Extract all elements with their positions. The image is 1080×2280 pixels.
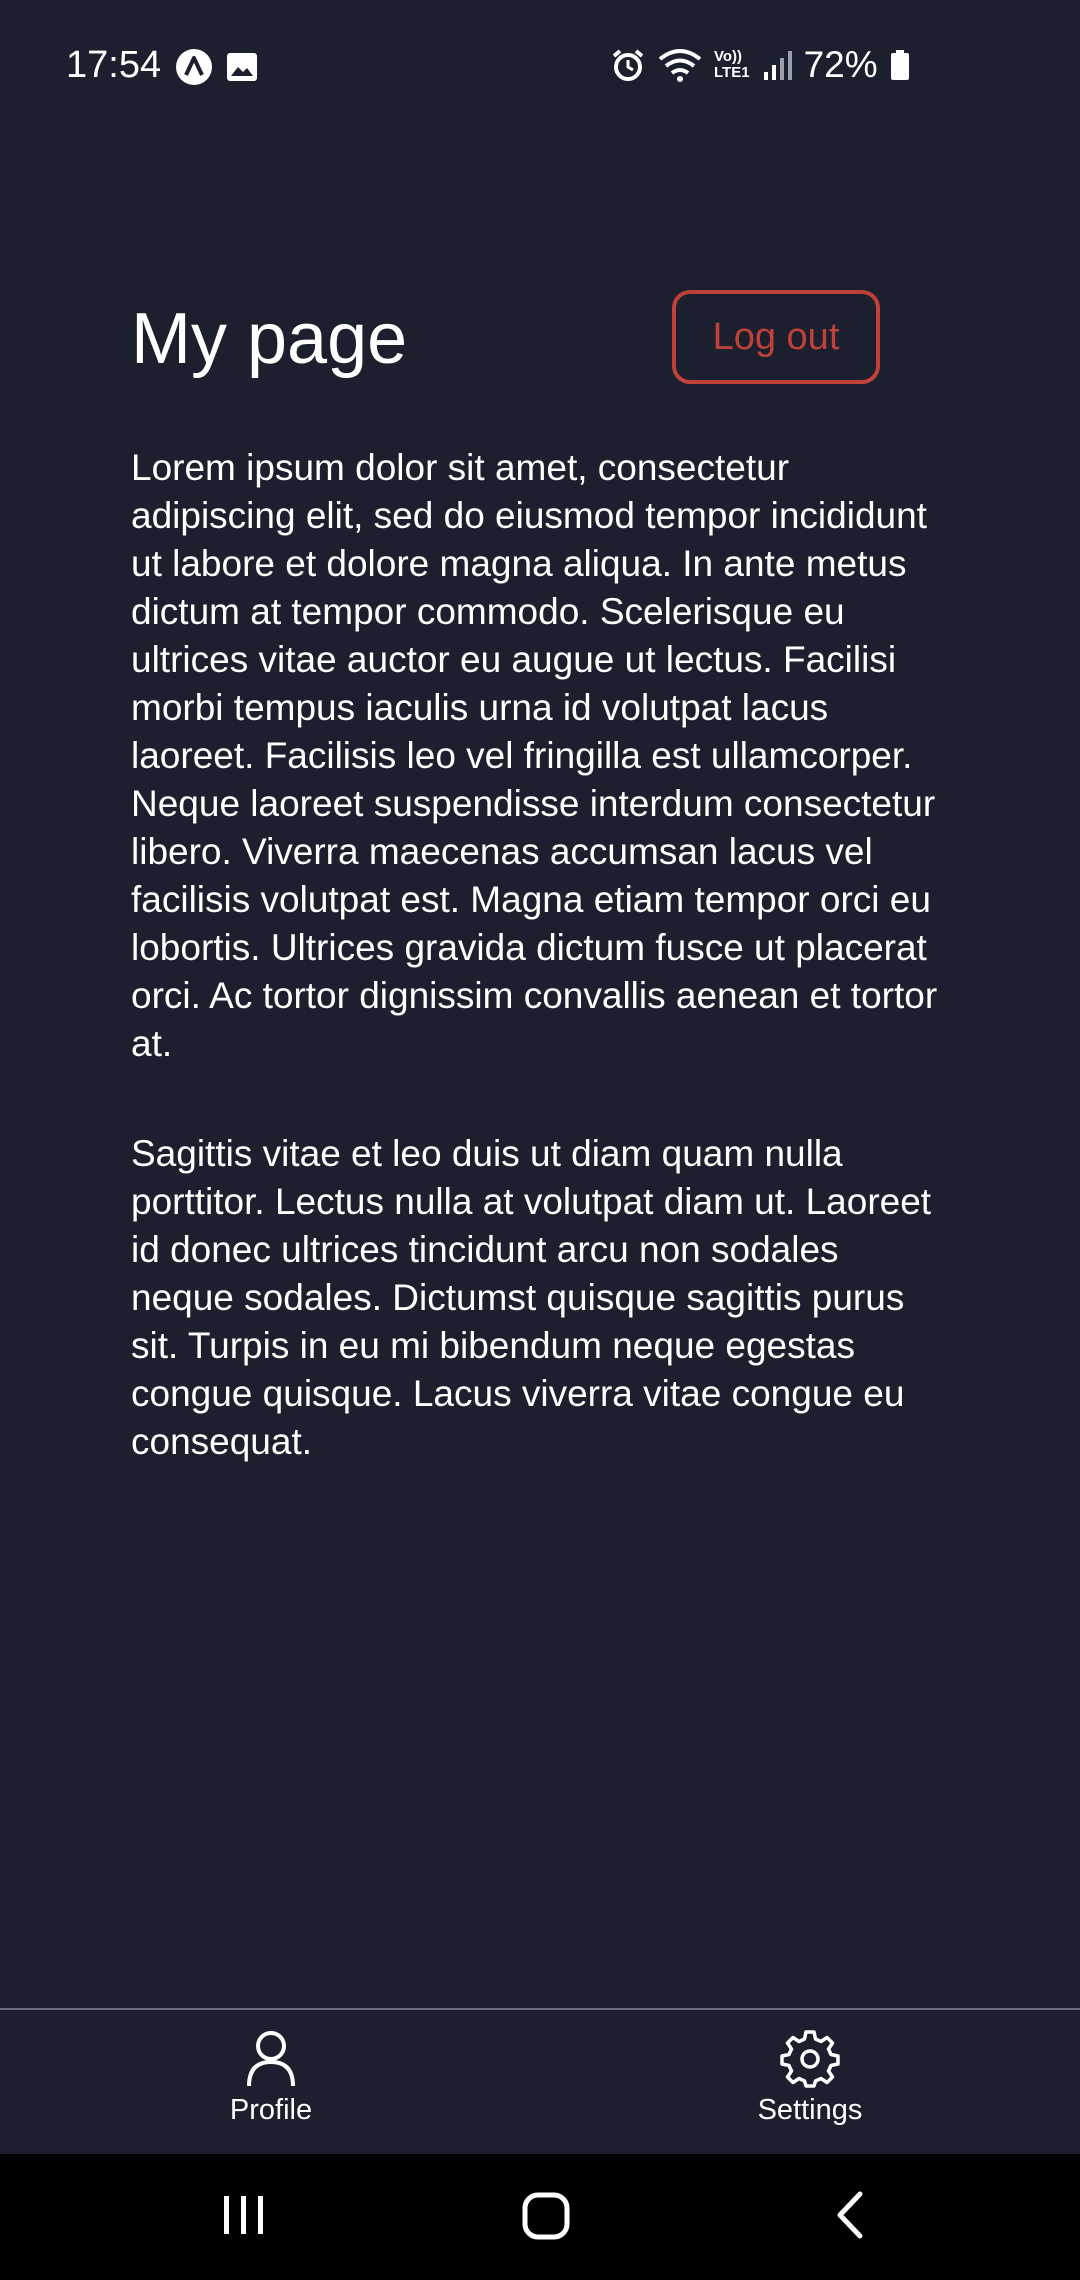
back-icon[interactable] (832, 2190, 868, 2240)
nav-label-settings: Settings (757, 2094, 863, 2126)
volte-line1: Vo)) (714, 48, 743, 65)
status-left-icons (175, 48, 259, 86)
nav-label-profile: Profile (229, 2094, 313, 2126)
page-title: My page (131, 299, 408, 379)
gear-icon (780, 2030, 840, 2088)
wifi-icon (658, 47, 702, 83)
recents-icon[interactable] (222, 2190, 266, 2240)
bottom-navigation: Profile Settings (0, 2008, 1080, 2154)
volte-line2: LTE1 (714, 64, 750, 81)
home-icon[interactable] (522, 2190, 570, 2240)
paragraph: Lorem ipsum dolor sit amet, consectetur … (131, 447, 938, 1064)
status-time: 17:54 (66, 44, 162, 86)
app-indicator-icon (175, 48, 213, 86)
person-icon (247, 2031, 295, 2087)
status-right-icons: Vo)) LTE1 72% (610, 44, 910, 86)
nav-item-settings[interactable]: Settings (700, 2028, 920, 2127)
nav-item-profile[interactable]: Profile (161, 2028, 381, 2127)
battery-percentage: 72% (803, 44, 878, 85)
volte-icon: Vo)) LTE1 (714, 49, 750, 81)
battery-icon (890, 48, 910, 82)
logout-button[interactable]: Log out (672, 290, 880, 384)
system-navigation-bar (0, 2154, 1080, 2280)
signal-icon (762, 48, 792, 82)
content-area: Lorem ipsum dolor sit amet, consectetur … (131, 444, 951, 1466)
status-bar: 17:54 Vo)) LTE1 72% (0, 0, 1080, 135)
image-icon (225, 50, 259, 84)
paragraph: Sagittis vitae et leo duis ut diam quam … (131, 1133, 932, 1462)
alarm-icon (610, 47, 646, 83)
